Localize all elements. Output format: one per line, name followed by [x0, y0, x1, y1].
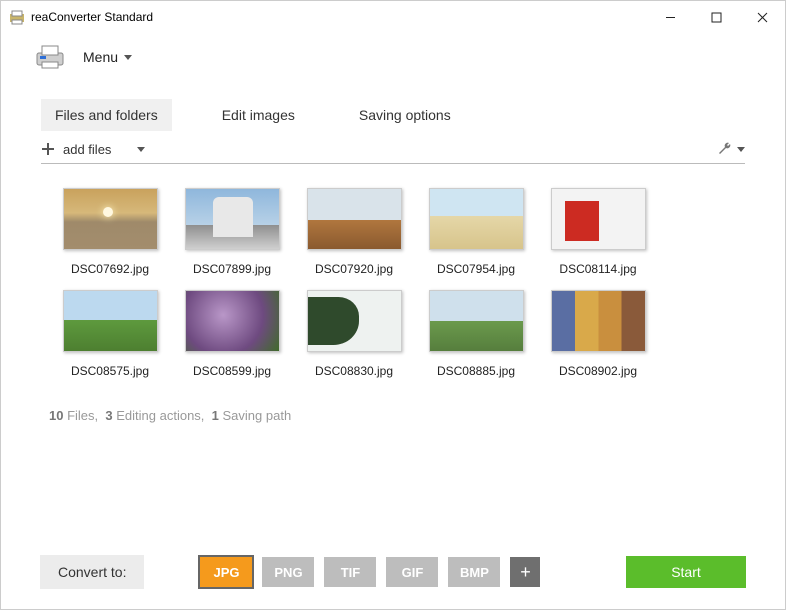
- status-paths-count: 1: [212, 408, 219, 423]
- format-row: JPG PNG TIF GIF BMP +: [200, 557, 540, 587]
- thumbnail-image: [63, 290, 158, 352]
- plus-icon: [41, 142, 55, 156]
- file-name: DSC08885.jpg: [437, 364, 515, 378]
- window-maximize-button[interactable]: [693, 1, 739, 33]
- window-close-button[interactable]: [739, 1, 785, 33]
- convert-to-label: Convert to:: [40, 555, 144, 589]
- start-button[interactable]: Start: [626, 556, 746, 588]
- menu-button[interactable]: Menu: [77, 45, 138, 69]
- titlebar: reaConverter Standard: [1, 1, 785, 33]
- add-files-button[interactable]: add files: [41, 142, 145, 157]
- thumbnail-grid: DSC07692.jpg DSC07899.jpg DSC07920.jpg D…: [1, 164, 785, 378]
- list-item[interactable]: DSC08885.jpg: [423, 290, 529, 378]
- thumbnail-image: [551, 188, 646, 250]
- file-name: DSC07954.jpg: [437, 262, 515, 276]
- format-button-tif[interactable]: TIF: [324, 557, 376, 587]
- file-name: DSC08830.jpg: [315, 364, 393, 378]
- toolbar: add files: [1, 131, 785, 163]
- list-item[interactable]: DSC08599.jpg: [179, 290, 285, 378]
- file-name: DSC08902.jpg: [559, 364, 637, 378]
- chevron-down-icon: [124, 55, 132, 60]
- app-icon: [9, 9, 25, 25]
- thumbnail-image: [307, 188, 402, 250]
- thumbnail-image: [63, 188, 158, 250]
- status-files-word: Files,: [67, 408, 98, 423]
- chevron-down-icon: [137, 147, 145, 152]
- list-item[interactable]: DSC07899.jpg: [179, 188, 285, 276]
- tab-saving-options[interactable]: Saving options: [345, 99, 465, 131]
- status-text: 10 Files, 3 Editing actions, 1 Saving pa…: [1, 378, 785, 423]
- list-item[interactable]: DSC07692.jpg: [57, 188, 163, 276]
- settings-button[interactable]: [717, 141, 745, 157]
- file-name: DSC08575.jpg: [71, 364, 149, 378]
- window-title: reaConverter Standard: [31, 10, 647, 24]
- list-item[interactable]: DSC08114.jpg: [545, 188, 651, 276]
- status-paths-word: Saving path: [223, 408, 292, 423]
- file-name: DSC07920.jpg: [315, 262, 393, 276]
- thumbnail-image: [551, 290, 646, 352]
- tab-edit-images[interactable]: Edit images: [208, 99, 309, 131]
- thumbnail-image: [185, 290, 280, 352]
- bottom-bar: Convert to: JPG PNG TIF GIF BMP + Start: [40, 552, 746, 592]
- format-button-jpg[interactable]: JPG: [200, 557, 252, 587]
- chevron-down-icon: [737, 147, 745, 152]
- file-name: DSC08114.jpg: [559, 262, 636, 276]
- format-button-bmp[interactable]: BMP: [448, 557, 500, 587]
- tabs: Files and folders Edit images Saving opt…: [1, 99, 785, 131]
- list-item[interactable]: DSC08575.jpg: [57, 290, 163, 378]
- list-item[interactable]: DSC08830.jpg: [301, 290, 407, 378]
- list-item[interactable]: DSC07920.jpg: [301, 188, 407, 276]
- status-files-count: 10: [49, 408, 63, 423]
- window-minimize-button[interactable]: [647, 1, 693, 33]
- thumbnail-image: [429, 290, 524, 352]
- wrench-icon: [717, 141, 733, 157]
- file-name: DSC08599.jpg: [193, 364, 271, 378]
- menubar: Menu: [1, 33, 785, 81]
- thumbnail-image: [429, 188, 524, 250]
- status-actions-word: Editing actions,: [116, 408, 204, 423]
- format-add-button[interactable]: +: [510, 557, 540, 587]
- thumbnail-image: [307, 290, 402, 352]
- thumbnail-image: [185, 188, 280, 250]
- format-button-gif[interactable]: GIF: [386, 557, 438, 587]
- add-files-label: add files: [63, 142, 111, 157]
- status-actions-count: 3: [105, 408, 112, 423]
- list-item[interactable]: DSC08902.jpg: [545, 290, 651, 378]
- file-name: DSC07692.jpg: [71, 262, 149, 276]
- format-button-png[interactable]: PNG: [262, 557, 314, 587]
- menu-label: Menu: [83, 49, 118, 65]
- tab-files-and-folders[interactable]: Files and folders: [41, 99, 172, 131]
- list-item[interactable]: DSC07954.jpg: [423, 188, 529, 276]
- file-name: DSC07899.jpg: [193, 262, 271, 276]
- printer-icon: [35, 45, 65, 69]
